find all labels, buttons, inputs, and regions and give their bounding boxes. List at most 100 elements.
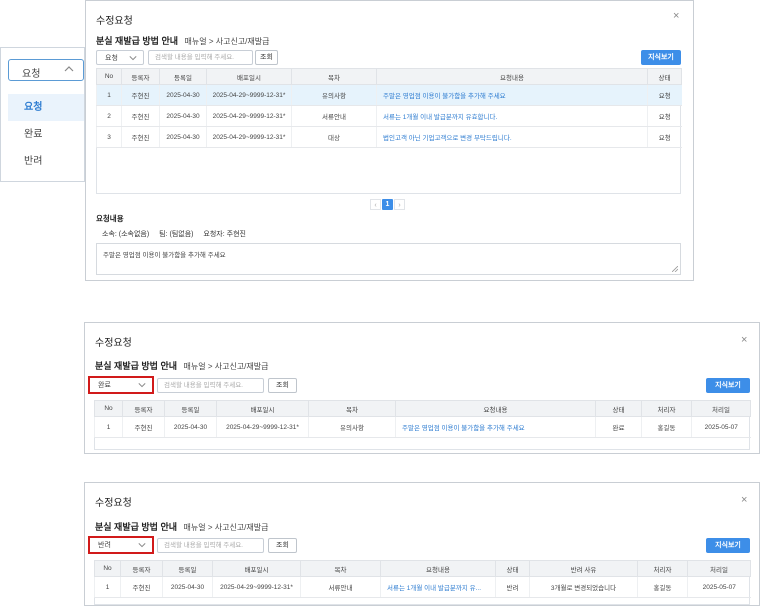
close-icon[interactable]: × [741,495,747,506]
request-text: 주말은 영업점 이용이 불가함을 추가해 주세요 [103,252,226,259]
request-textarea[interactable]: 주말은 영업점 이용이 불가함을 추가해 주세요 [96,243,681,275]
cell-request-link[interactable]: 주말은 영업점 이용이 불가함을 추가해 주세요 [395,416,596,438]
request-table: No 등록자 등록일 배포일시 목차 요청내용 상태 반려 사유 처리자 처리일… [94,560,751,598]
guide-heading: 분실 재발급 방법 안내 매뉴얼 > 사고신고/재발급 [96,34,270,47]
col-status: 상태 [595,400,642,417]
cell-handled-date: 2025-05-07 [687,576,751,598]
table-row[interactable]: 3 주현진 2025-04-30 2025-04-29~9999-12-31* … [96,126,682,148]
col-request-content: 요청내용 [376,68,648,85]
cell-deploy-period: 2025-04-29~9999-12-31* [206,126,292,148]
team: 팀: (팀없음) [159,231,194,238]
status-dropdown-demo: 요청 요청 완료 반려 [0,47,85,182]
cell-reg-date: 2025-04-30 [162,576,213,598]
guide-title: 분실 재발급 방법 안내 [96,36,179,46]
status-filter-value: 요청 [105,55,118,62]
status-option-rejected[interactable]: 반려 [8,148,84,175]
cell-status: 요청 [647,84,682,106]
col-toc: 목차 [300,560,381,577]
guide-heading: 분실 재발급 방법 안내 매뉴얼 > 사고신고/재발급 [95,359,269,372]
cell-status: 반려 [495,576,530,598]
guide-path: 매뉴얼 > 사고신고/재발급 [183,523,269,532]
guide-title: 분실 재발급 방법 안내 [95,361,178,371]
cell-handled-date: 2025-05-07 [691,416,751,438]
col-request-content: 요청내용 [380,560,496,577]
table-row[interactable]: 1 주현진 2025-04-30 2025-04-29~9999-12-31* … [94,416,751,438]
table-header-row: No 등록자 등록일 배포일시 목차 요청내용 상태 [96,68,682,85]
status-option-request[interactable]: 요청 [8,94,84,121]
status-option-list: 요청 완료 반려 [8,94,84,175]
next-page-icon[interactable]: › [394,199,405,210]
col-no: No [96,68,122,85]
cell-registrant: 주현진 [121,84,160,106]
status-select[interactable]: 요청 [8,59,84,81]
col-registrant: 등록자 [121,68,160,85]
col-reg-date: 등록일 [162,560,213,577]
close-icon[interactable]: × [741,335,747,346]
search-input[interactable] [148,50,253,65]
cell-status: 요청 [647,126,682,148]
view-knowledge-button[interactable]: 지식보기 [706,538,750,553]
search-input[interactable] [157,378,264,393]
col-handler: 처리자 [637,560,688,577]
query-button[interactable]: 조회 [255,50,278,65]
cell-reject-reason: 3개월로 변경되었습니다 [529,576,638,598]
cell-toc: 유의사항 [291,84,377,106]
cell-reg-date: 2025-04-30 [159,126,207,148]
col-handled-date: 처리일 [691,400,751,417]
cell-toc: 서류안내 [291,105,377,127]
cell-no: 1 [94,416,123,438]
status-filter-value: 완료 [98,382,111,389]
pagination: ‹ 1 › [369,199,406,211]
view-knowledge-button[interactable]: 지식보기 [641,50,681,65]
cell-request-link[interactable]: 주말은 영업점 이용이 불가함을 추가해 주세요 [376,84,648,106]
status-filter-select[interactable]: 반려 [88,536,154,554]
cell-registrant: 주현진 [122,416,165,438]
cell-handler: 홍길동 [641,416,692,438]
modal-title: 수정요청 [96,16,133,27]
chevron-down-icon [138,543,146,548]
resize-handle-icon[interactable] [672,266,678,272]
cell-status: 요청 [647,105,682,127]
modal-title: 수정요청 [95,498,132,509]
cell-reg-date: 2025-04-30 [159,84,207,106]
col-status: 상태 [495,560,530,577]
status-filter-select[interactable]: 요청 [96,50,144,65]
cell-toc: 유의사항 [308,416,396,438]
cell-no: 1 [94,576,121,598]
cell-toc: 서류안내 [300,576,381,598]
cell-no: 2 [96,105,122,127]
col-reg-date: 등록일 [164,400,217,417]
table-header-row: No 등록자 등록일 배포일시 목차 요청내용 상태 반려 사유 처리자 처리일 [94,560,751,577]
col-no: No [94,400,123,417]
search-input[interactable] [157,538,264,553]
cell-request-link[interactable]: 서류는 1개월 이내 발급분까지 유... [380,576,496,598]
status-option-complete[interactable]: 완료 [8,121,84,148]
table-header-row: No 등록자 등록일 배포일시 목차 요청내용 상태 처리자 처리일 [94,400,751,417]
close-icon[interactable]: × [673,11,679,22]
view-knowledge-button[interactable]: 지식보기 [706,378,750,393]
col-handler: 처리자 [641,400,692,417]
chevron-down-icon [129,56,137,61]
col-reject-reason: 반려 사유 [529,560,638,577]
col-deploy-period: 배포일시 [206,68,292,85]
query-button[interactable]: 조회 [268,378,297,393]
col-handled-date: 처리일 [687,560,751,577]
cell-toc: 대상 [291,126,377,148]
cell-registrant: 주현진 [121,126,160,148]
table-row[interactable]: 2 주현진 2025-04-30 2025-04-29~9999-12-31* … [96,105,682,127]
cell-request-link[interactable]: 서류는 1개월 이내 발급분까지 유효합니다. [376,105,648,127]
modal-title: 수정요청 [95,338,132,349]
status-filter-select[interactable]: 완료 [88,376,154,394]
edit-request-modal-rejected: 수정요청 × 분실 재발급 방법 안내 매뉴얼 > 사고신고/재발급 반려 조회… [84,482,760,606]
affiliation: 소속: (소속없음) [102,231,150,238]
query-button[interactable]: 조회 [268,538,297,553]
guide-path: 매뉴얼 > 사고신고/재발급 [184,37,270,46]
guide-path: 매뉴얼 > 사고신고/재발급 [183,362,269,371]
table-row[interactable]: 1 주현진 2025-04-30 2025-04-29~9999-12-31* … [94,576,751,598]
cell-deploy-period: 2025-04-29~9999-12-31* [206,105,292,127]
page-current[interactable]: 1 [382,199,393,210]
edit-request-modal-request: 수정요청 × 분실 재발급 방법 안내 매뉴얼 > 사고신고/재발급 요청 조회… [85,0,694,281]
prev-page-icon[interactable]: ‹ [370,199,381,210]
cell-request-link[interactable]: 법인고객 아닌 기업고객으로 변경 부탁드립니다. [376,126,648,148]
table-row[interactable]: 1 주현진 2025-04-30 2025-04-29~9999-12-31* … [96,84,682,106]
